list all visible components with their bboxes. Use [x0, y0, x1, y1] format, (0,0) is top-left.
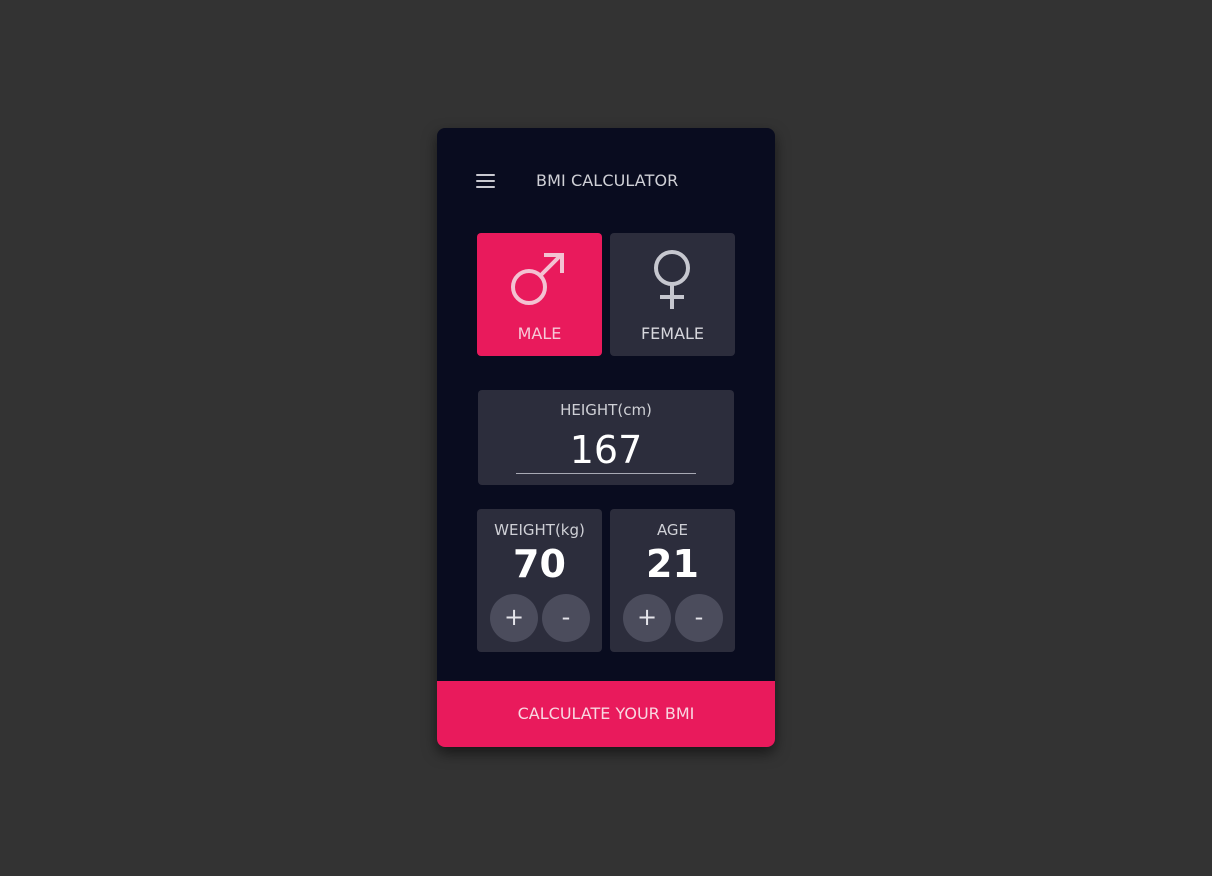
hamburger-menu-icon[interactable] — [476, 173, 495, 189]
female-label: FEMALE — [640, 324, 705, 343]
age-decrement-button[interactable]: - — [675, 594, 723, 642]
height-label: HEIGHT(cm) — [560, 401, 652, 419]
age-label: AGE — [656, 521, 689, 539]
weight-label: WEIGHT(kg) — [494, 521, 585, 539]
weight-value: 70 — [513, 542, 566, 586]
bmi-calculator-app: BMI CALCULATOR MALE FEMALE HEIGHT(cm) WE… — [437, 128, 775, 747]
male-symbol-icon — [511, 253, 564, 305]
age-card: AGE 21 + - — [610, 509, 735, 652]
female-gender-card[interactable]: FEMALE — [610, 233, 735, 356]
age-value: 21 — [646, 542, 699, 586]
female-symbol-icon — [654, 250, 690, 309]
male-label: MALE — [517, 324, 562, 343]
app-title: BMI CALCULATOR — [536, 171, 679, 190]
age-increment-button[interactable]: + — [623, 594, 671, 642]
height-card: HEIGHT(cm) — [478, 390, 734, 485]
male-gender-card[interactable]: MALE — [477, 233, 602, 356]
app-header: BMI CALCULATOR — [437, 128, 775, 236]
weight-decrement-button[interactable]: - — [542, 594, 590, 642]
weight-increment-button[interactable]: + — [490, 594, 538, 642]
weight-card: WEIGHT(kg) 70 + - — [477, 509, 602, 652]
height-input[interactable] — [516, 426, 696, 474]
calculate-bmi-button[interactable]: CALCULATE YOUR BMI — [437, 681, 775, 747]
